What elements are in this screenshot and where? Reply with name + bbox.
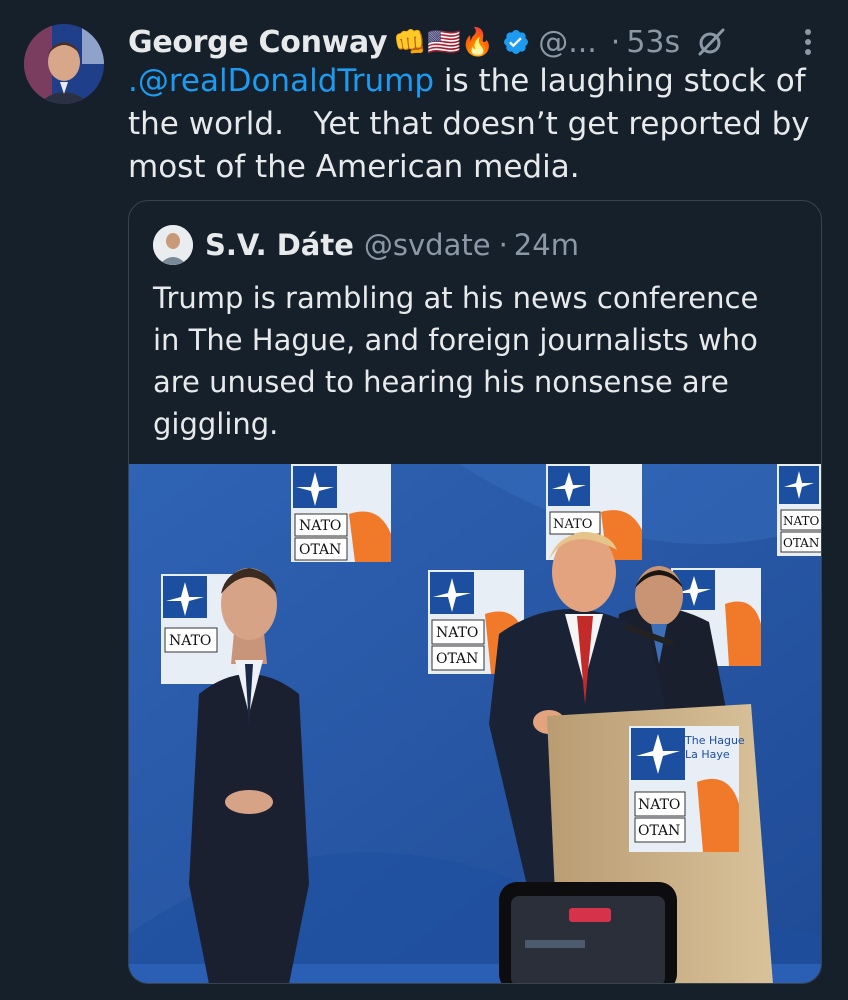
nato-banner: NATO OTAN [291,464,391,562]
author-avatar[interactable] [24,24,104,104]
quoted-tweet[interactable]: S.V. Dáte @svdate · 24m Trump is ramblin… [128,200,822,984]
svg-text:NATO: NATO [299,518,341,534]
nato-banner: NATO OTAN [777,464,821,556]
svg-text:OTAN: OTAN [638,823,680,839]
svg-text:NATO: NATO [169,633,211,649]
svg-text:The Hague: The Hague [684,734,745,747]
tweet[interactable]: George Conway 👊🇺🇸🔥 @... · 53s .@realDona… [0,0,848,1000]
quoted-author-name[interactable]: S.V. Dáte [205,228,354,262]
svg-text:OTAN: OTAN [299,542,341,558]
grok-icon[interactable] [696,27,726,57]
tweet-text: .@realDonaldTrump is the laughing stock … [128,60,818,189]
more-options-icon[interactable] [798,22,818,62]
author-emojis: 👊🇺🇸🔥 [393,27,495,58]
svg-text:OTAN: OTAN [783,536,819,550]
author-handle[interactable]: @... [538,25,597,60]
press-conference-photo: NATO OTAN NATO NATO OTAN NATO NATO OTAN … [129,464,821,983]
tweet-header: George Conway 👊🇺🇸🔥 @... · 53s [128,22,828,62]
verified-badge-icon [504,30,529,54]
mention-link[interactable]: .@realDonaldTrump [128,63,434,99]
quoted-author-handle[interactable]: @svdate [364,228,491,262]
svg-text:NATO: NATO [553,517,592,532]
separator-dot: · [610,24,621,60]
svg-text:OTAN: OTAN [436,651,478,667]
svg-text:La Haye: La Haye [685,748,730,761]
quoted-timestamp[interactable]: 24m [514,228,579,262]
svg-text:NATO: NATO [436,625,478,641]
tweet-timestamp[interactable]: 53s [626,25,680,60]
svg-text:NATO: NATO [638,797,680,813]
quoted-separator-dot: · [498,228,508,262]
quoted-header: S.V. Dáte @svdate · 24m [205,225,579,265]
foreground-phone [499,882,677,983]
quoted-author-avatar[interactable] [153,225,193,265]
quoted-text: Trump is rambling at his news conference… [153,281,759,441]
author-name[interactable]: George Conway [128,25,388,60]
svg-text:NATO: NATO [783,514,820,528]
quoted-photo[interactable]: NATO OTAN NATO NATO OTAN NATO NATO OTAN … [129,464,821,983]
